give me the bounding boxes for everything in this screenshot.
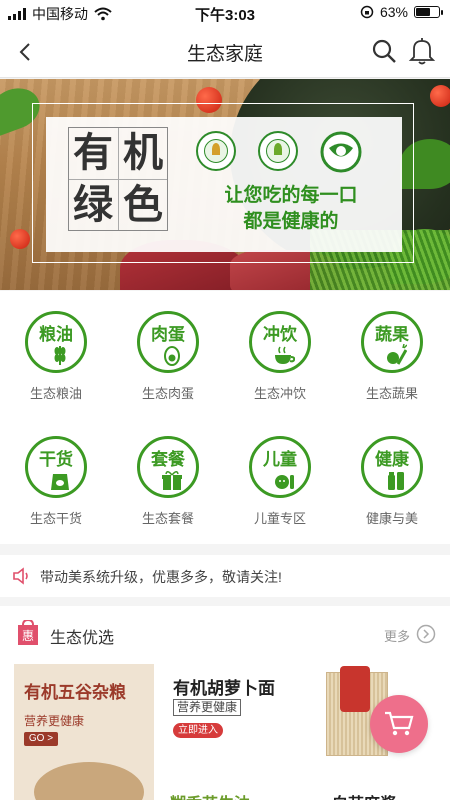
category-icon: 干货 <box>25 436 87 498</box>
category-badge-text: 套餐 <box>151 450 185 469</box>
section-title: 生态优选 <box>50 630 115 647</box>
category-icon: 粮油 <box>25 311 87 373</box>
category-dry-goods[interactable]: 干货 生态干货 <box>0 436 112 527</box>
category-badge-text: 冲饮 <box>263 325 297 344</box>
slogan-line-2: 都是健康的 <box>243 211 339 232</box>
go-button[interactable]: GO > <box>24 732 58 746</box>
category-health-beauty[interactable]: 健康 健康与美 <box>336 436 448 527</box>
category-icon: 健康 <box>361 436 423 498</box>
product-title-peanut-oil[interactable]: 糊香花生油 <box>170 790 250 800</box>
green-food-seal-icon <box>258 131 298 171</box>
discount-badge-icon: 惠 <box>18 620 38 645</box>
category-icon: 蔬果 <box>361 311 423 373</box>
search-icon[interactable] <box>370 37 398 65</box>
category-badge-text: 肉蛋 <box>151 325 185 344</box>
category-grain-oil[interactable]: 粮油 生态粮油 <box>0 311 112 402</box>
product-title-carrot-noodle[interactable]: 有机胡萝卜面 <box>173 674 275 699</box>
battery-percent: 63% <box>379 4 408 20</box>
title-char: 机 <box>123 129 163 176</box>
cart-button[interactable] <box>370 695 428 753</box>
status-bar: 中国移动 下午3:03 63% <box>0 0 450 26</box>
category-icon: 套餐 <box>137 436 199 498</box>
chevron-right-circle-icon[interactable] <box>416 624 436 644</box>
notice-bar[interactable]: 带动美系统升级，优惠多多，敬请关注! <box>0 555 450 597</box>
notice-text: 带动美系统升级，优惠多多，敬请关注! <box>40 569 282 585</box>
promo-banner[interactable]: 有 机 绿 色 让您吃的每一口 都是健康的 <box>0 79 450 290</box>
banner-card: 有 机 绿 色 让您吃的每一口 都是健康的 <box>46 117 402 252</box>
category-grid: 粮油 生态粮油 肉蛋 生态肉蛋 冲饮 生态冲饮 蔬果 生态蔬果 干货 生态干货 … <box>0 291 450 544</box>
vegetable-icon <box>387 344 407 365</box>
category-drinks[interactable]: 冲饮 生态冲饮 <box>224 311 336 402</box>
grain-bowl-image <box>34 762 144 800</box>
category-badge-text: 儿童 <box>263 450 297 469</box>
product-title: 有机五谷杂粮 <box>24 683 126 702</box>
category-badge-text: 粮油 <box>39 325 73 344</box>
dry-goods-bag-icon <box>51 474 69 490</box>
product-subtitle: 营养更健康 <box>173 699 242 716</box>
status-right: 63% <box>360 4 443 20</box>
product-subtitle: 营养更健康 <box>24 714 85 728</box>
category-label: 生态粮油 <box>29 386 82 401</box>
category-icon: 肉蛋 <box>137 311 199 373</box>
category-label: 儿童专区 <box>253 511 306 526</box>
category-icon: 冲饮 <box>249 311 311 373</box>
category-badge-text: 健康 <box>375 450 409 469</box>
category-label: 健康与美 <box>365 511 418 526</box>
cart-icon <box>385 711 414 736</box>
category-label: 生态蔬果 <box>365 386 418 401</box>
slogan-line-1: 让您吃的每一口 <box>224 185 358 206</box>
organic-seal-icon <box>196 131 236 171</box>
speaker-icon <box>13 567 28 585</box>
child-icon <box>275 475 294 489</box>
badge-text: 惠 <box>22 629 34 643</box>
egg-icon <box>164 346 180 366</box>
section-header: 惠 生态优选 更多 <box>0 606 450 658</box>
enter-now-button[interactable]: 立即进入 <box>173 723 223 738</box>
gift-box-icon <box>162 471 182 490</box>
category-meat-egg[interactable]: 肉蛋 生态肉蛋 <box>112 311 224 402</box>
bell-icon[interactable] <box>408 36 436 66</box>
category-children[interactable]: 儿童 儿童专区 <box>224 436 336 527</box>
title-char: 色 <box>123 181 163 228</box>
category-icon: 儿童 <box>249 436 311 498</box>
certification-seals <box>196 131 362 173</box>
nav-bar: 生态家庭 <box>0 26 450 78</box>
organic-green-title: 有 机 绿 色 <box>68 127 168 237</box>
tea-cup-icon <box>275 346 295 364</box>
category-label: 生态干货 <box>29 511 82 526</box>
category-combo[interactable]: 套餐 生态套餐 <box>112 436 224 527</box>
tomato-decoration <box>430 85 450 107</box>
product-title-sesame-paste[interactable]: 白芸麻酱 <box>332 790 396 800</box>
category-badge-text: 蔬果 <box>375 325 409 344</box>
more-link[interactable]: 更多 <box>384 626 410 645</box>
category-label: 生态冲饮 <box>253 386 306 401</box>
green-food-logo-icon <box>320 131 362 173</box>
tomato-decoration <box>10 229 30 249</box>
category-badge-text: 干货 <box>39 450 73 469</box>
cosmetics-icon <box>388 472 404 490</box>
category-vegetables[interactable]: 蔬果 生态蔬果 <box>336 311 448 402</box>
banner-slogan: 让您吃的每一口 都是健康的 <box>196 183 386 235</box>
noodle-label-image <box>340 666 370 712</box>
product-card-grains[interactable]: 有机五谷杂粮 营养更健康 GO > <box>14 664 154 800</box>
battery-icon <box>414 6 443 18</box>
grain-icon <box>54 346 66 365</box>
rotation-lock-icon <box>360 5 374 19</box>
category-label: 生态套餐 <box>141 511 194 526</box>
title-char: 有 <box>73 129 113 176</box>
title-char: 绿 <box>73 181 113 228</box>
category-label: 生态肉蛋 <box>141 386 194 401</box>
